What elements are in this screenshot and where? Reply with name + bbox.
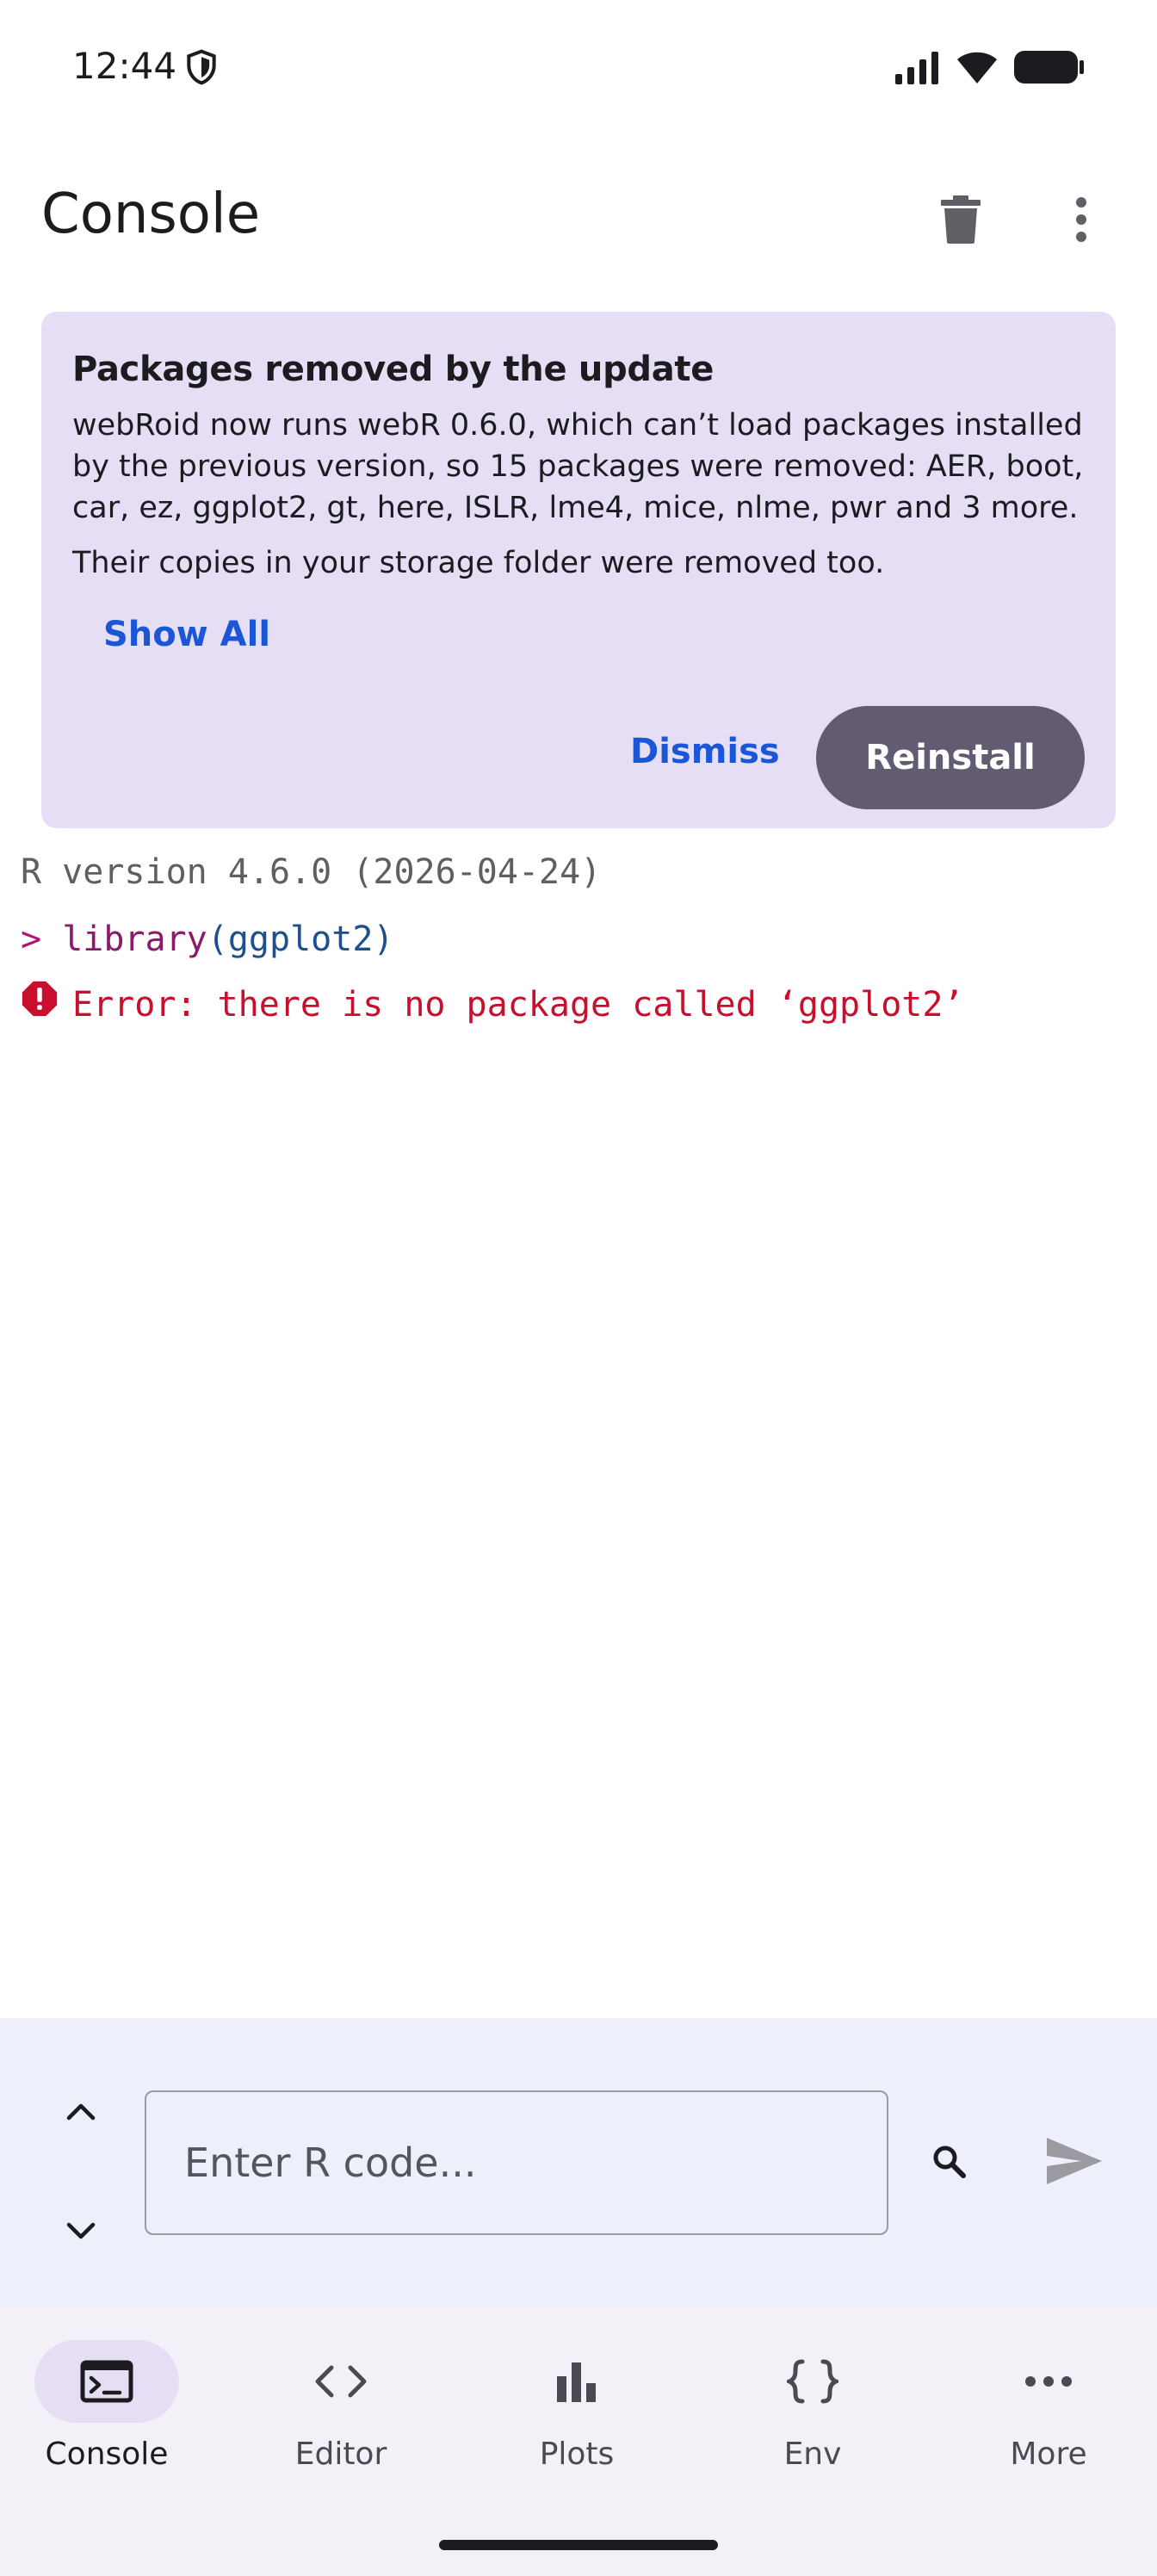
error-line: Error: there is no package called ‘ggplo… [21,981,964,1025]
nav-label-more: More [1010,2437,1087,2472]
show-all-button[interactable]: Show All [103,615,270,654]
braces-icon [787,2359,838,2404]
banner-body-secondary: Their copies in your storage folder were… [72,546,885,580]
banner-body: webRoid now runs webR 0.6.0, which can’t… [72,408,1084,525]
terminal-icon [80,2360,133,2403]
command-args: (ggplot2) [207,920,394,959]
search-button[interactable] [923,2135,974,2187]
send-icon [1047,2138,1102,2184]
more-vert-icon [1076,197,1086,242]
version-line: R version 4.6.0 (2026-04-24) [21,852,602,892]
input-area [0,2018,1157,2306]
error-icon [22,981,58,1017]
home-indicator[interactable] [439,2540,718,2550]
wifi-icon [957,52,997,84]
nav-item-more[interactable]: More [954,2340,1143,2495]
nav-label-editor: Editor [294,2437,387,2472]
nav-item-env[interactable]: Env [718,2340,907,2495]
more-horiz-icon [1025,2376,1072,2387]
prompt-symbol: > [21,920,42,959]
history-previous-button[interactable] [57,2087,105,2135]
command-function: library [62,920,207,959]
reinstall-button[interactable]: Reinstall [816,706,1085,809]
clear-console-button[interactable] [930,181,992,258]
nav-label-plots: Plots [539,2437,615,2472]
status-bar: 12:44 [0,0,1157,138]
nav-item-plots[interactable]: Plots [482,2340,671,2495]
nav-indicator [34,2340,179,2423]
status-icons [894,46,1085,88]
nav-item-console[interactable]: Console [12,2340,201,2495]
r-code-input[interactable] [145,2090,888,2235]
packages-removed-banner: Packages removed by the update webRoid n… [41,312,1116,828]
send-button[interactable] [1042,2128,1107,2194]
dismiss-button[interactable]: Dismiss [630,732,780,771]
search-icon [933,2146,966,2178]
overflow-menu-button[interactable] [1050,181,1112,258]
history-next-button[interactable] [57,2208,105,2256]
page-title: Console [41,183,261,246]
banner-title: Packages removed by the update [72,350,715,389]
status-time: 12:44 [72,45,177,87]
command-line: > library(ggplot2) [21,920,394,959]
bar-chart-icon [557,2362,596,2402]
error-text: Error: there is no package called ‘ggplo… [72,985,964,1025]
nav-item-editor[interactable]: Editor [246,2340,436,2495]
chevron-up-icon [66,2103,96,2121]
shield-icon [187,49,216,85]
nav-label-console: Console [45,2437,169,2472]
battery-icon [1014,51,1084,84]
trash-icon [941,195,981,244]
bottom-navigation: Console Editor Plots Env More [0,2306,1157,2576]
chevron-down-icon [66,2222,96,2239]
nav-label-env: Env [783,2437,842,2472]
code-icon [315,2365,367,2398]
signal-icon [895,52,938,84]
